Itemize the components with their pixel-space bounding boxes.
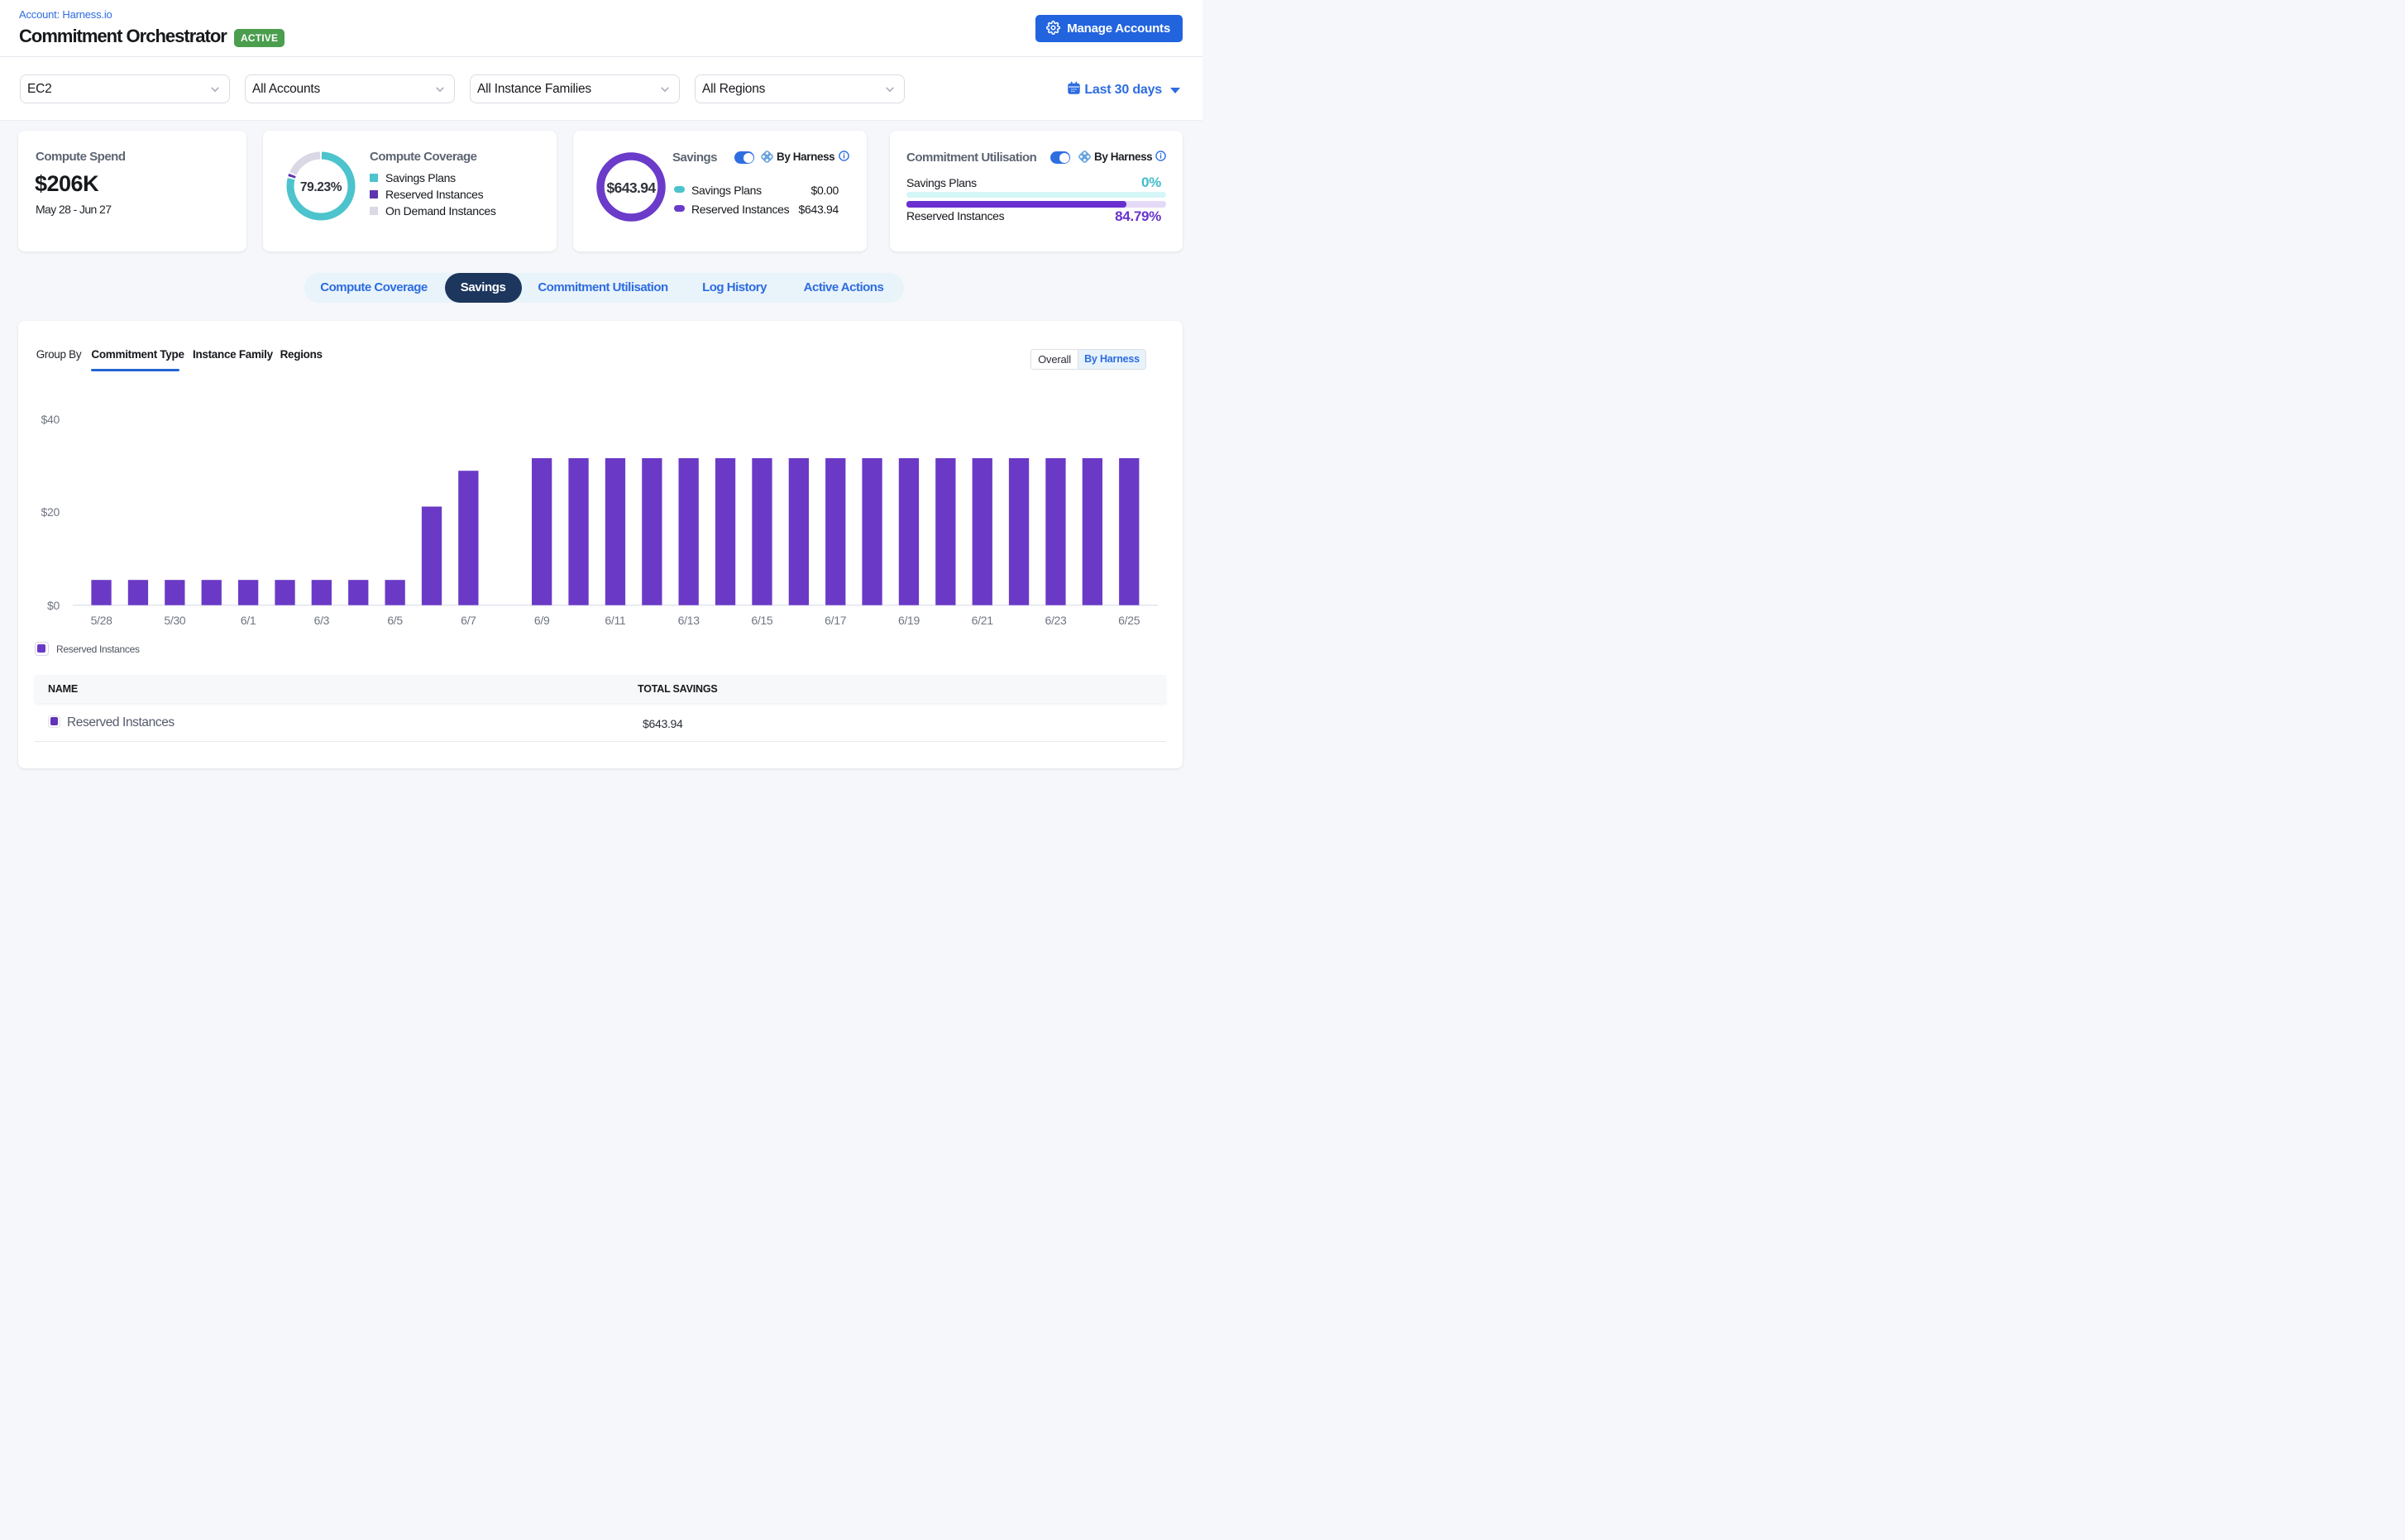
svg-text:6/17: 6/17 bbox=[825, 614, 847, 627]
svg-text:6/23: 6/23 bbox=[1045, 614, 1067, 627]
svg-text:6/9: 6/9 bbox=[534, 614, 550, 627]
svg-text:6/1: 6/1 bbox=[241, 614, 256, 627]
svg-text:6/3: 6/3 bbox=[314, 614, 330, 627]
svg-text:$40: $40 bbox=[41, 413, 60, 426]
svg-text:6/5: 6/5 bbox=[387, 614, 403, 627]
svg-text:6/7: 6/7 bbox=[461, 614, 476, 627]
svg-text:6/21: 6/21 bbox=[972, 614, 994, 627]
svg-text:6/19: 6/19 bbox=[898, 614, 920, 627]
svg-text:$0: $0 bbox=[47, 599, 60, 612]
svg-text:6/13: 6/13 bbox=[678, 614, 700, 627]
svg-text:6/11: 6/11 bbox=[605, 614, 626, 627]
svg-text:5/30: 5/30 bbox=[164, 614, 186, 627]
svg-text:6/15: 6/15 bbox=[751, 614, 773, 627]
svg-text:$20: $20 bbox=[41, 505, 60, 519]
svg-text:6/25: 6/25 bbox=[1118, 614, 1140, 627]
svg-text:5/28: 5/28 bbox=[91, 614, 113, 627]
